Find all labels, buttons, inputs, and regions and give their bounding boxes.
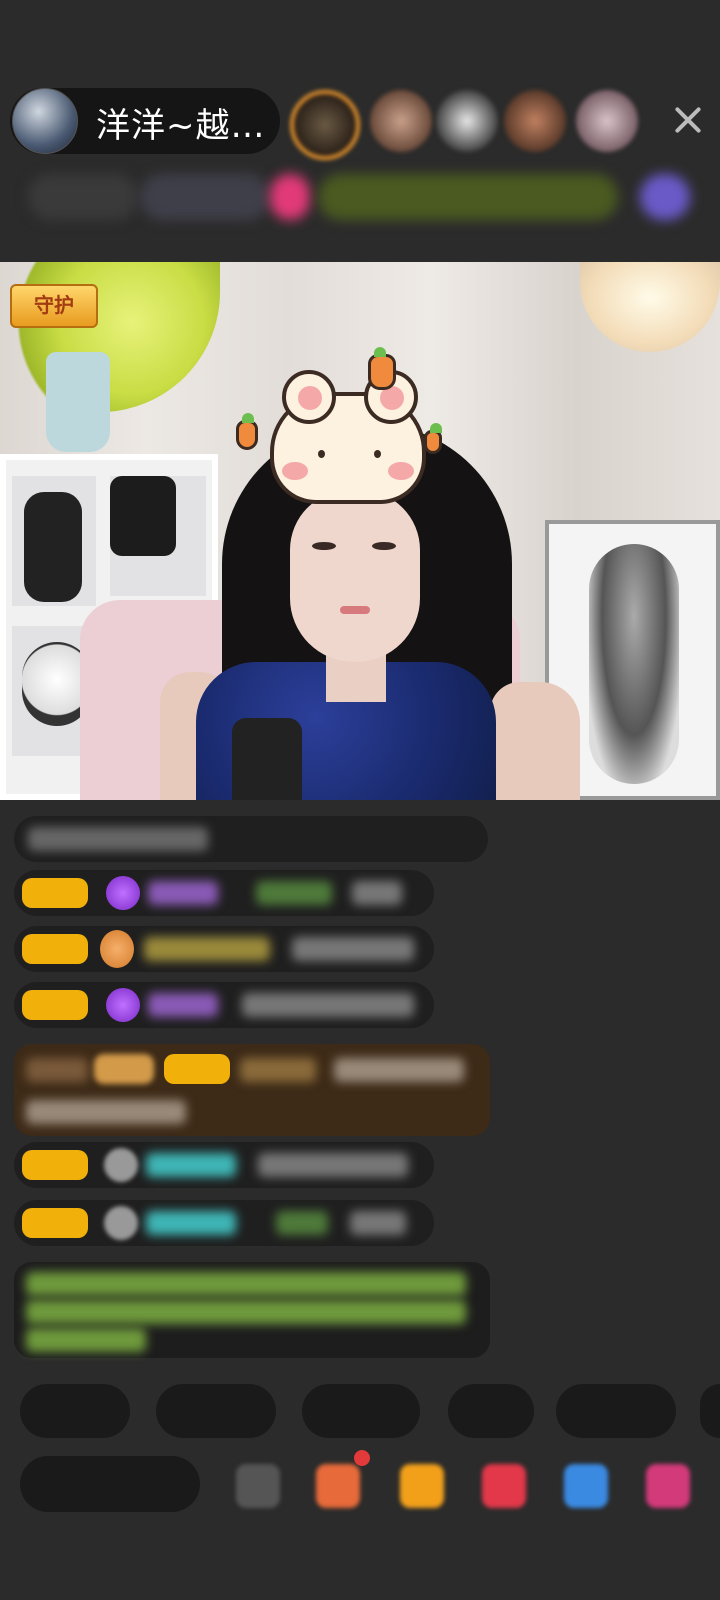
host-avatar[interactable]	[12, 88, 78, 154]
task-banner[interactable]	[318, 174, 618, 220]
emoji-icon[interactable]	[236, 1464, 280, 1508]
chat-message	[14, 982, 434, 1028]
fan-badge	[164, 1054, 230, 1084]
viewer-avatar[interactable]	[370, 90, 432, 152]
gift-icon[interactable]	[400, 1464, 444, 1508]
gift-box-icon[interactable]	[316, 1464, 360, 1508]
medal-icon	[100, 930, 134, 968]
viewer-avatar[interactable]	[576, 90, 638, 152]
system-notice	[14, 1262, 490, 1358]
carrot-icon	[236, 413, 258, 450]
streamer-face	[290, 490, 420, 662]
more-icon[interactable]	[646, 1464, 690, 1508]
game-icon[interactable]	[482, 1464, 526, 1508]
fan-badge	[22, 1208, 88, 1238]
chat-input[interactable]	[20, 1456, 200, 1512]
hot-tag[interactable]	[140, 174, 270, 220]
user-avatar	[104, 1148, 138, 1182]
chat-message	[14, 1200, 434, 1246]
chat-message	[14, 870, 434, 916]
bunny-sticker	[270, 370, 426, 504]
viewer-avatar[interactable]	[504, 90, 566, 152]
diamond-icon	[106, 988, 140, 1022]
activity-badge[interactable]	[640, 174, 690, 220]
chat-icon[interactable]	[564, 1464, 608, 1508]
rank-tag[interactable]	[28, 174, 138, 220]
fan-badge	[22, 990, 88, 1020]
chat-message	[14, 816, 488, 862]
chat-message	[14, 1142, 434, 1188]
fan-badge	[22, 934, 88, 964]
fan-badge	[22, 878, 88, 908]
quick-reply[interactable]	[20, 1384, 130, 1438]
close-icon[interactable]	[668, 100, 708, 140]
notification-dot	[354, 1450, 370, 1466]
activity-icon[interactable]	[270, 174, 310, 220]
user-avatar	[104, 1206, 138, 1240]
quick-reply[interactable]	[556, 1384, 676, 1438]
viewer-avatar[interactable]	[290, 90, 360, 160]
microphone	[232, 718, 302, 800]
diamond-icon	[106, 876, 140, 910]
carrot-icon	[424, 423, 442, 454]
quick-reply[interactable]	[302, 1384, 420, 1438]
live-video[interactable]: 守护	[0, 262, 720, 800]
fan-badge	[22, 1150, 88, 1180]
quick-reply[interactable]	[700, 1384, 720, 1438]
guard-badge[interactable]: 守护	[10, 284, 98, 328]
host-name[interactable]: 洋洋~越…	[96, 98, 266, 147]
viewer-avatar[interactable]	[436, 90, 498, 152]
chat-message	[14, 926, 434, 972]
quick-reply[interactable]	[156, 1384, 276, 1438]
gift-message	[14, 1044, 490, 1136]
quick-reply[interactable]	[448, 1384, 534, 1438]
carrot-icon	[368, 347, 396, 390]
